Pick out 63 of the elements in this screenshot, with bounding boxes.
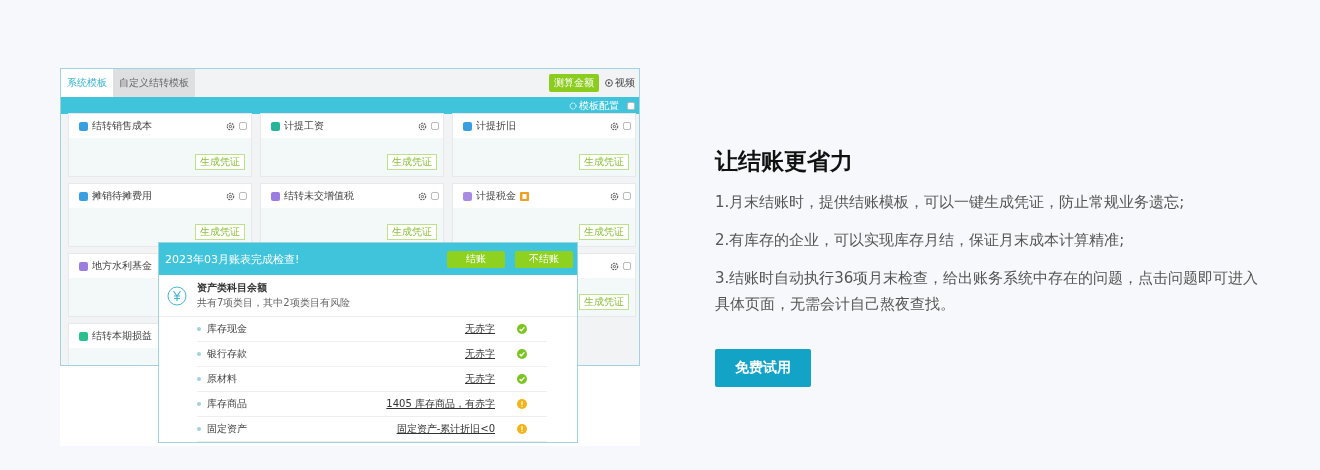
check-result-link[interactable]: 无赤字 (465, 372, 495, 386)
card-checkbox[interactable] (623, 192, 631, 200)
gear-icon[interactable] (610, 261, 619, 271)
gear-icon[interactable] (226, 191, 235, 201)
dialog-title: 2023年03月账表完成检查! (165, 251, 301, 267)
card-title: 结转销售成本 (92, 119, 152, 133)
gear-icon[interactable] (610, 121, 619, 131)
bullet-dot (197, 402, 201, 406)
card-title: 计提工资 (284, 119, 324, 133)
check-result-link[interactable]: 无赤字 (465, 347, 495, 361)
video-link[interactable]: 视频 (605, 76, 635, 90)
select-all-checkbox[interactable] (627, 101, 635, 110)
free-trial-button[interactable]: 免费试用 (715, 349, 811, 387)
bullet-dot (197, 427, 201, 431)
gear-icon[interactable] (226, 121, 235, 131)
bullet-dot (197, 327, 201, 331)
card-checkbox[interactable] (623, 262, 631, 270)
generate-voucher-button[interactable]: 生成凭证 (579, 154, 629, 170)
feature-title: 让结账更省力 (715, 147, 854, 176)
card-title: 摊销待摊费用 (92, 189, 152, 203)
feature-point: 2.有库存的企业，可以实现库存月结，保证月末成本计算精准; (715, 230, 1126, 251)
template-tab[interactable]: 自定义结转模板 (113, 69, 195, 97)
generate-voucher-button[interactable]: 生成凭证 (195, 154, 245, 170)
dialog-button[interactable]: 结账 (447, 250, 505, 268)
card-checkbox[interactable] (431, 192, 439, 200)
template-tab[interactable]: 系统模板 (61, 69, 113, 97)
card-checkbox[interactable] (431, 122, 439, 130)
generate-voucher-button[interactable]: 生成凭证 (195, 224, 245, 240)
generate-voucher-button[interactable]: 生成凭证 (579, 224, 629, 240)
bullet-dot (197, 377, 201, 381)
account-name: 库存商品 (207, 397, 248, 411)
card-title: 地方水利基金 (92, 259, 152, 273)
card-checkbox[interactable] (239, 122, 247, 130)
section-subtitle: 共有7项类目，其中2项类目有风险 (197, 296, 350, 310)
generate-voucher-button[interactable]: 生成凭证 (387, 224, 437, 240)
generate-voucher-button[interactable]: 生成凭证 (579, 294, 629, 310)
check-result-link[interactable]: 1405 库存商品，有赤字 (386, 397, 495, 411)
account-name: 原材料 (207, 372, 238, 386)
check-result-link[interactable]: 无赤字 (465, 322, 495, 336)
gear-icon[interactable] (418, 121, 427, 131)
calculate-button[interactable]: 测算金额 (549, 74, 599, 92)
card-checkbox[interactable] (623, 122, 631, 130)
card-checkbox[interactable] (239, 192, 247, 200)
account-name: 库存现金 (207, 322, 248, 336)
section-title: 资产类科目余额 (197, 281, 268, 295)
bullet-dot (197, 352, 201, 356)
yen-circle-icon (167, 285, 187, 306)
gear-icon[interactable] (610, 191, 619, 201)
gear-icon (569, 101, 577, 110)
card-title: 结转未交增值税 (284, 189, 354, 203)
card-title: 计提税金 (476, 189, 516, 203)
card-title: 结转本期损益 (92, 329, 152, 343)
dialog-button[interactable]: 不结账 (515, 250, 573, 268)
account-name: 固定资产 (207, 422, 248, 436)
template-config-link[interactable]: 模板配置 (569, 98, 619, 113)
check-result-link[interactable]: 固定资产-累计折旧<0 (396, 422, 495, 436)
generate-voucher-button[interactable]: 生成凭证 (387, 154, 437, 170)
feature-point: 1.月末结账时，提供结账模板，可以一键生成凭证，防止常规业务遗忘; (715, 192, 1186, 213)
feature-point: 3.结账时自动执行36项月末检查，给出账务系统中存在的问题，点击问题即可进入具体页面，无需会计自己熬夜查找。 (715, 268, 1260, 315)
account-name: 银行存款 (207, 347, 248, 361)
play-circle-icon (605, 79, 613, 87)
gear-icon[interactable] (418, 191, 427, 201)
card-title: 计提折旧 (476, 119, 516, 133)
